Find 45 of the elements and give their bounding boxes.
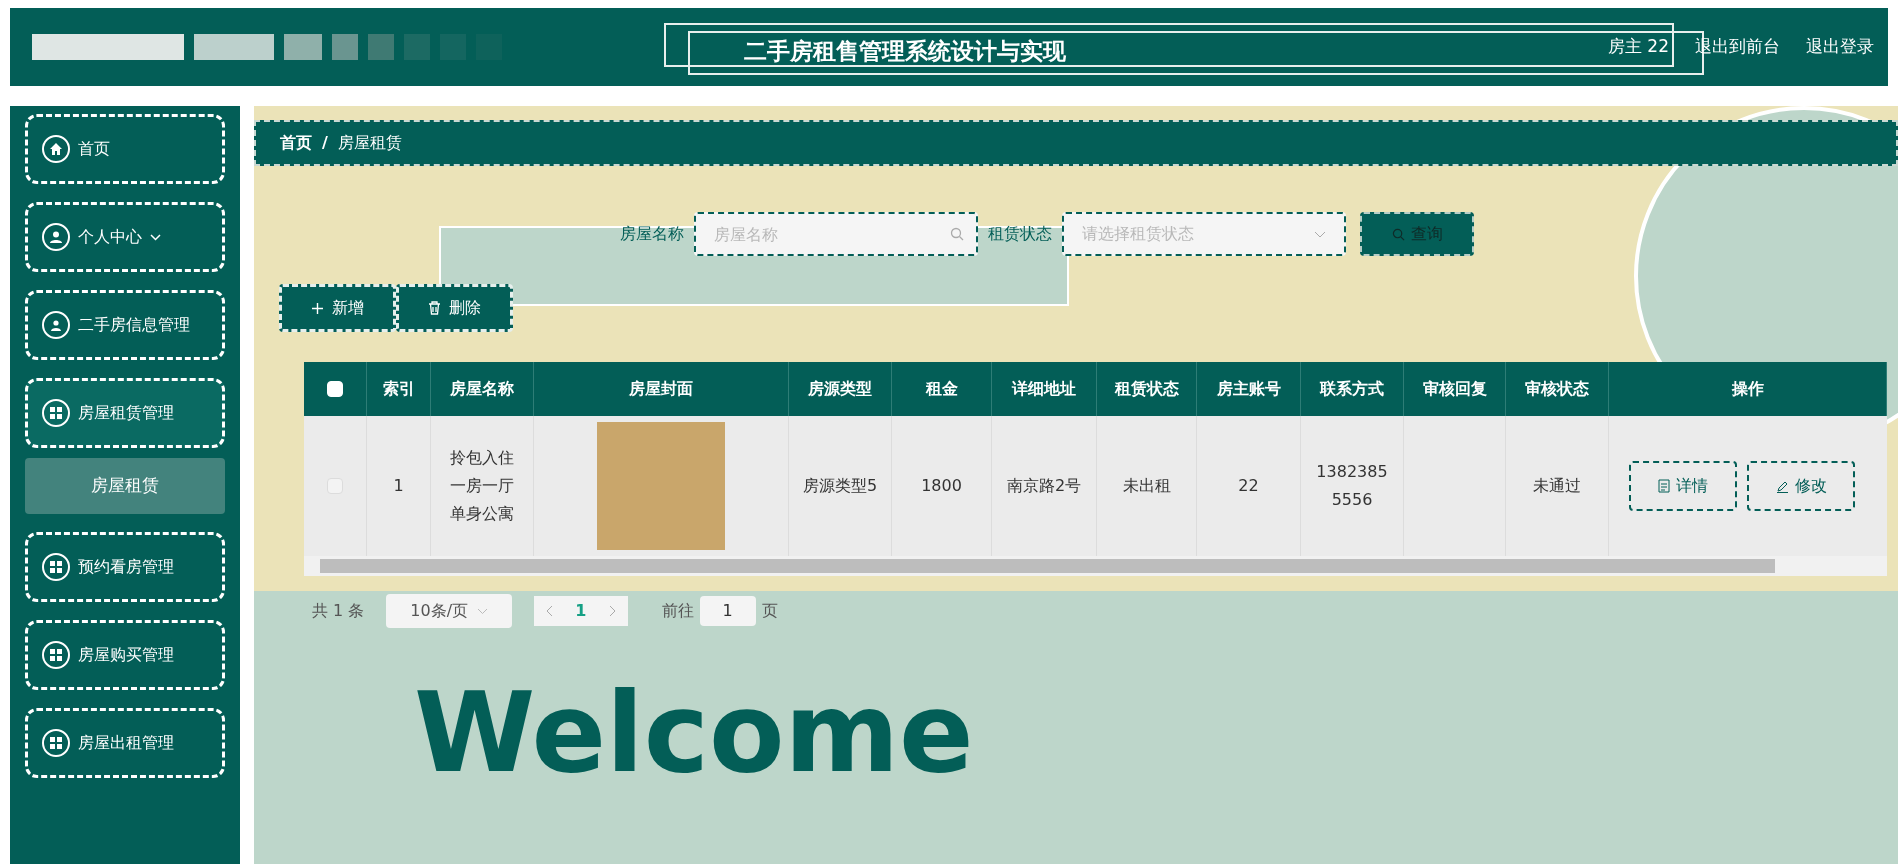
home-icon (42, 135, 70, 163)
trash-icon (428, 301, 441, 315)
breadcrumb-link[interactable]: 房屋租赁 (337, 131, 402, 155)
chevron-down-icon (1314, 230, 1326, 238)
welcome-text: Welcome (414, 669, 974, 797)
detail-button[interactable]: 详情 (1629, 461, 1737, 511)
search-icon (950, 227, 964, 241)
breadcrumb-separator: / (322, 132, 328, 154)
chevron-down-icon (150, 233, 161, 241)
grid-icon (42, 553, 70, 581)
edit-button[interactable]: 修改 (1747, 461, 1855, 511)
chevron-right-icon[interactable] (608, 605, 616, 617)
breadcrumb-link[interactable]: 首页 (280, 131, 312, 155)
search-field[interactable]: 房屋名称 (694, 212, 978, 256)
goto-label: 前往 (661, 600, 694, 622)
plus-icon (311, 301, 324, 315)
chevron-down-icon (477, 607, 489, 615)
grid-icon (42, 641, 70, 669)
sidebar-item[interactable]: 预约看房管理 (25, 532, 225, 602)
user-card-icon (42, 311, 70, 339)
chevron-left-icon[interactable] (546, 605, 554, 617)
header-link[interactable]: 退出登录 (1806, 34, 1874, 60)
total-count: 共 1 条 (312, 600, 365, 622)
sidebar-item[interactable]: 首页 (25, 114, 225, 184)
add-button[interactable]: 新增 (279, 284, 396, 332)
page-size-select[interactable]: 10条/页 (386, 594, 513, 628)
sidebar-item[interactable]: 二手房信息管理 (25, 290, 225, 360)
page-suffix: 页 (761, 600, 778, 622)
submenu-item[interactable]: 房屋租赁 (25, 458, 225, 514)
user-icon (42, 223, 70, 251)
pencil-icon (1775, 479, 1789, 493)
field-label: 租赁状态 (988, 223, 1052, 245)
delete-button[interactable]: 删除 (396, 284, 513, 332)
grid-icon (42, 729, 70, 757)
sidebar-item[interactable]: 房屋出租管理 (25, 708, 225, 778)
page-input[interactable]: 1 (699, 596, 756, 626)
field-label: 房屋名称 (620, 223, 684, 245)
window-title: 二手房租售管理系统设计与实现 (744, 37, 1066, 66)
grid-icon (42, 399, 70, 427)
search-icon (1391, 227, 1405, 241)
sidebar-item[interactable]: 个人中心 (25, 202, 225, 272)
sidebar-item[interactable]: 房屋购买管理 (25, 620, 225, 690)
user-label: 房主 22 (1607, 35, 1669, 59)
sidebar-item[interactable]: 房屋租赁管理 (25, 378, 225, 448)
document-icon (1658, 479, 1670, 493)
